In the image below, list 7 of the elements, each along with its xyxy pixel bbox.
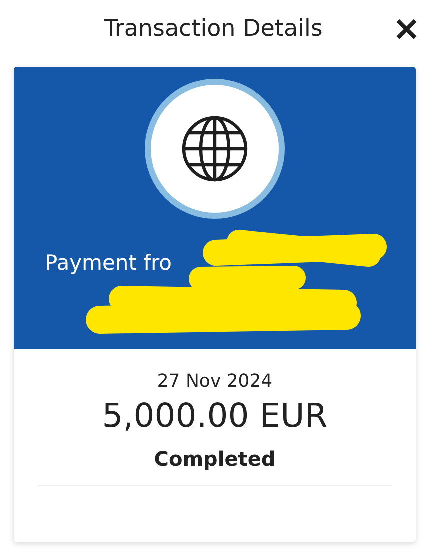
payment-description: Payment fro [45, 251, 172, 275]
transaction-status: Completed [154, 447, 276, 471]
close-button[interactable]: × [392, 14, 421, 44]
window-title: Transaction Details [104, 16, 323, 42]
transaction-amount: 5,000.00 EUR [102, 396, 328, 435]
globe-icon [181, 115, 249, 183]
transaction-date: 27 Nov 2024 [157, 371, 273, 392]
